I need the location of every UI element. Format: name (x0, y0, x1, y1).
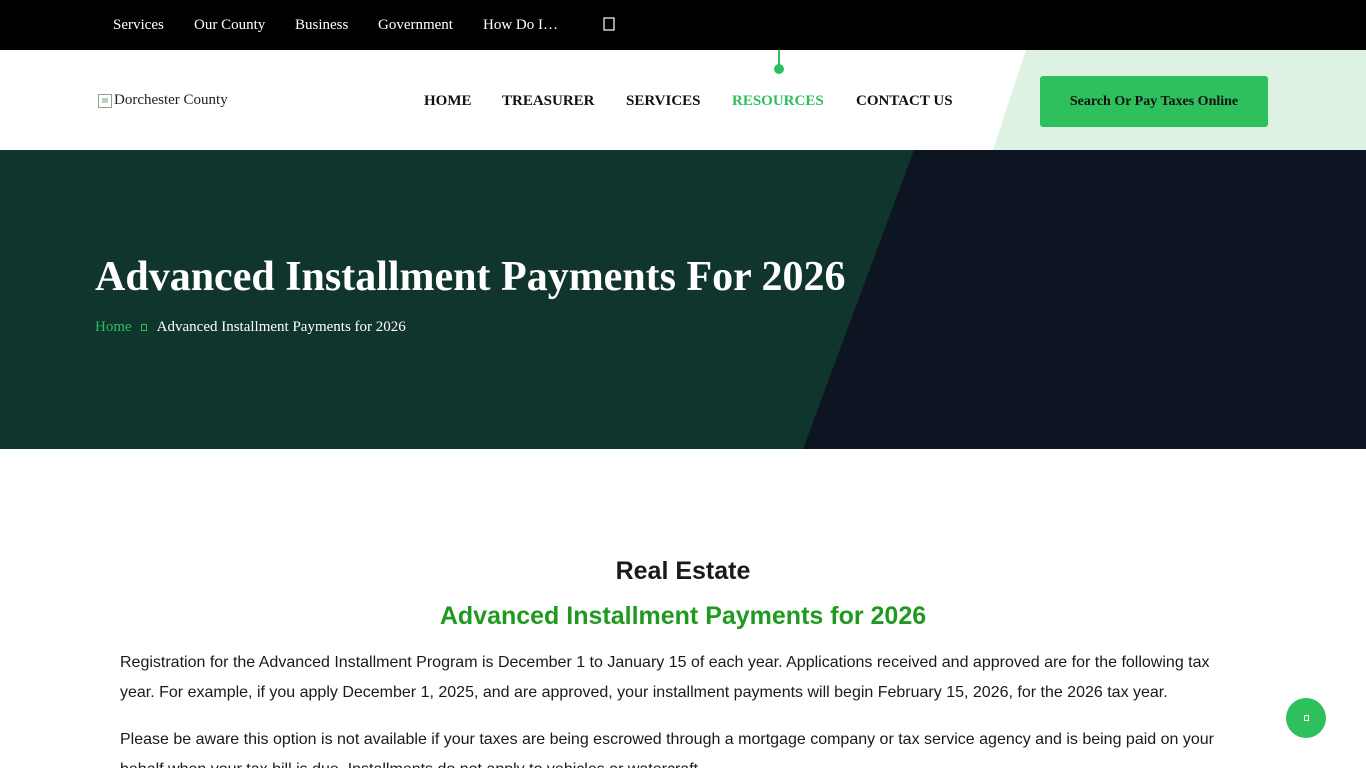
search-icon[interactable] (601, 15, 617, 33)
breadcrumb-home-link[interactable]: Home (95, 317, 132, 337)
page-title: Advanced Installment Payments For 2026 (95, 254, 846, 300)
search-pay-taxes-button[interactable]: Search Or Pay Taxes Online (1040, 76, 1268, 127)
logo-alt-text: Dorchester County (114, 92, 228, 108)
section-subheading: Advanced Installment Payments for 2026 (439, 602, 927, 630)
topbar-link-business[interactable]: Business (295, 16, 348, 34)
nav-resources[interactable]: RESOURCES (732, 92, 824, 110)
topbar-link-services[interactable]: Services (113, 16, 164, 34)
topbar-link-how-do-i[interactable]: How Do I… (483, 16, 558, 34)
main-content: Real Estate Advanced Installment Payment… (0, 449, 1366, 768)
breadcrumb: Home Advanced Installment Payments for 2… (95, 317, 406, 337)
topbar-link-government[interactable]: Government (378, 16, 453, 34)
site-header: Dorchester County HOME TREASURER SERVICE… (0, 50, 1366, 150)
county-logo[interactable]: Dorchester County (98, 92, 228, 109)
broken-image-icon (98, 93, 112, 108)
nav-contact-us[interactable]: CONTACT US (856, 92, 953, 110)
topbar-link-our-county[interactable]: Our County (194, 16, 265, 34)
arrow-up-icon (1303, 715, 1309, 721)
nav-home[interactable]: HOME (424, 92, 472, 110)
top-utility-bar: Services Our County Business Government … (0, 0, 1366, 50)
breadcrumb-current: Advanced Installment Payments for 2026 (156, 319, 406, 335)
back-to-top-button[interactable] (1286, 698, 1326, 738)
chevron-right-icon (140, 323, 147, 331)
hero-dark-panel (803, 150, 1366, 449)
page-hero: Advanced Installment Payments For 2026 H… (0, 150, 1366, 449)
nav-active-indicator-dot (774, 64, 784, 74)
content-paragraph: Registration for the Advanced Installmen… (120, 654, 1210, 701)
section-heading: Real Estate (615, 557, 751, 585)
content-paragraph: Please be aware this option is not avail… (120, 731, 1214, 768)
nav-treasurer[interactable]: TREASURER (502, 92, 595, 110)
nav-services[interactable]: SERVICES (626, 92, 701, 110)
